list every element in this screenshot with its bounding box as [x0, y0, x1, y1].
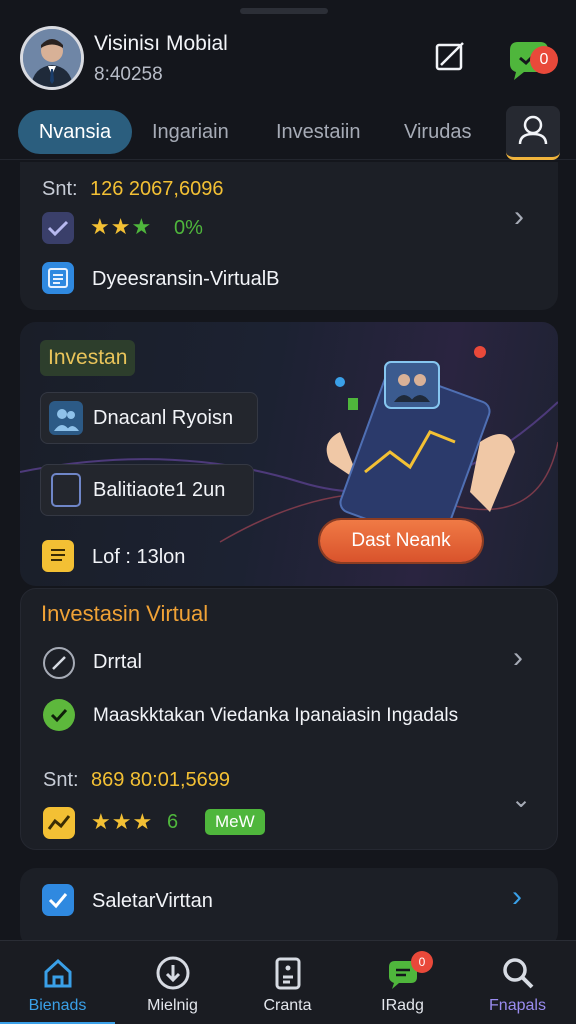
- user-icon: [518, 115, 548, 145]
- nav-chat[interactable]: 0 IRadg: [345, 941, 460, 1024]
- virtual-stat-value: 869 80:01,5699: [91, 769, 231, 791]
- tab-profile[interactable]: [506, 106, 560, 160]
- status-notch: [240, 8, 328, 14]
- list-icon: [42, 262, 74, 294]
- avatar[interactable]: [20, 26, 84, 90]
- hero-item-2[interactable]: Balitiaote1 2un: [40, 464, 254, 516]
- nav-document-label: Cranta: [263, 997, 312, 1014]
- people-icon: [49, 401, 83, 435]
- rating-percent: 0%: [174, 217, 203, 239]
- user-name: Visinisı Mobial: [94, 32, 228, 55]
- nav-download[interactable]: Mielnig: [115, 941, 230, 1024]
- nav-download-label: Mielnig: [147, 997, 198, 1014]
- check-circle-icon: [43, 699, 75, 731]
- summary-card: Snt: 126 2067,6096 ★★★ 0% › Dyeesransin-…: [20, 162, 558, 310]
- nav-search-label: Fnapals: [489, 997, 546, 1014]
- download-icon: [156, 956, 190, 990]
- virtual-rating-suffix: 6: [167, 811, 179, 833]
- tab-bar: Nvansia Ingariain Investaiin Virudas: [0, 106, 576, 160]
- hero-item-3-label: Lof : 13lon: [92, 546, 186, 568]
- nav-chat-badge: 0: [411, 951, 433, 973]
- hero-banner: Investan Dnacanl Ryoisn Balitiaote1 2un …: [20, 322, 558, 586]
- virtual-title: Investasin Virtual: [41, 601, 209, 626]
- rating-stars-icon: ★★★: [90, 214, 153, 239]
- chevron-down-icon[interactable]: ⌄: [511, 785, 531, 814]
- hero-item-2-label: Balitiaote1 2un: [93, 479, 226, 501]
- document-icon: [275, 957, 301, 990]
- virtual-row-2: Maaskktakan Viedanka Ipanaiasin Ingadals: [93, 705, 459, 726]
- edit-icon[interactable]: [432, 38, 468, 74]
- notes-icon: [42, 540, 74, 572]
- gauge-icon: [43, 647, 75, 679]
- stat-label: Snt:: [42, 178, 78, 200]
- tab-ingariain[interactable]: Ingariain: [152, 110, 229, 154]
- nav-chat-label: IRadg: [381, 997, 424, 1014]
- chevron-right-icon[interactable]: ›: [513, 641, 523, 675]
- virtual-row-1[interactable]: Drrtal: [93, 651, 142, 674]
- bottom-nav: Bienads Mielnig Cranta 0 IRadg Fnapals: [0, 940, 576, 1024]
- trend-icon: [43, 807, 75, 839]
- check-icon: [42, 212, 74, 244]
- hero-item-1-label: Dnacanl Ryoisn: [93, 407, 234, 429]
- notification-badge: 0: [530, 46, 558, 74]
- virtual-card: Investasin Virtual Drrtal › Maaskktakan …: [20, 588, 558, 850]
- search-icon: [503, 958, 534, 989]
- tab-investaiin[interactable]: Investaiin: [276, 110, 361, 154]
- tab-virudas[interactable]: Virudas: [404, 110, 471, 154]
- stat-value: 126 2067,6096: [90, 178, 224, 200]
- phone-icon: [51, 473, 81, 507]
- checkbox-icon[interactable]: [42, 884, 74, 916]
- hero-badge: Investan: [40, 340, 136, 376]
- new-tag: MeW: [205, 809, 265, 835]
- app-header: Visinisı Mobial 8:40258 0: [0, 18, 576, 102]
- bottom-card-label[interactable]: SaletarVirttan: [92, 890, 213, 913]
- nav-home[interactable]: Bienads: [0, 941, 115, 1024]
- chevron-right-icon[interactable]: ›: [514, 200, 524, 234]
- tab-nvansia[interactable]: Nvansia: [18, 110, 132, 154]
- chevron-right-icon[interactable]: ›: [512, 880, 522, 914]
- bottom-card: SaletarVirttan ›: [20, 868, 558, 948]
- nav-home-label: Bienads: [28, 997, 87, 1014]
- virtual-stat-label: Snt:: [43, 769, 79, 791]
- home-icon: [44, 958, 72, 988]
- hero-item-1[interactable]: Dnacanl Ryoisn: [40, 392, 258, 444]
- hero-cta-button[interactable]: Dast Neank: [320, 520, 482, 562]
- user-id: 8:40258: [94, 64, 163, 85]
- nav-document[interactable]: Cranta: [230, 941, 345, 1024]
- virtual-link[interactable]: Dyeesransin-VirtualB: [92, 268, 280, 291]
- rating-stars-icon: ★★★: [91, 809, 154, 834]
- nav-search[interactable]: Fnapals: [460, 941, 575, 1024]
